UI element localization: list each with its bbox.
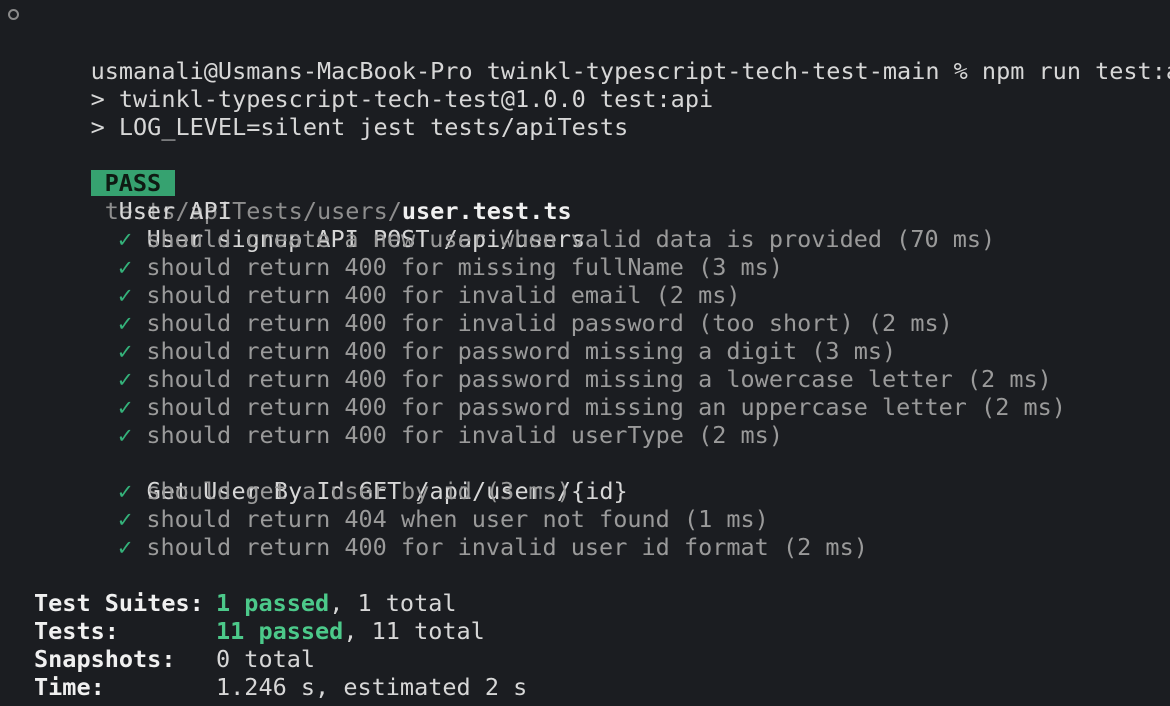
group-title: User signup API POST /api/users (146, 225, 586, 253)
summary-suites: Test Suites: 1 passed, 1 total (34, 589, 457, 617)
check-icon: ✓ (118, 505, 133, 533)
test-case: ✓ should return 400 for invalid password… (118, 309, 953, 337)
check-icon: ✓ (118, 281, 133, 309)
check-icon: ✓ (118, 253, 133, 281)
summary-snapshots: Snapshots: 0 total (34, 645, 316, 673)
check-icon: ✓ (118, 225, 133, 253)
test-case: ✓ should return 400 for password missing… (118, 337, 897, 365)
test-file-result: PASS tests/apiTests/users/user.test.ts (0, 141, 1170, 225)
check-icon: ✓ (118, 533, 133, 561)
check-icon: ✓ (118, 421, 133, 449)
test-case: ✓ should get a user by id (3 ms) (118, 477, 571, 505)
check-icon: ✓ (118, 337, 133, 365)
test-case: ✓ should return 400 for invalid userType… (118, 421, 783, 449)
test-case: ✓ should return 400 for password missing… (118, 393, 1066, 421)
check-icon: ✓ (118, 365, 133, 393)
summary-tests: Tests: 11 passed, 11 total (34, 617, 485, 645)
command-prompt-line: usmanali@Usmans-MacBook-Pro twinkl-types… (0, 1, 1170, 85)
script-line: > LOG_LEVEL=silent jest tests/apiTests (90, 113, 629, 141)
check-icon: ✓ (118, 393, 133, 421)
summary-time: Time: 1.246 s, estimated 2 s (34, 673, 528, 701)
test-case: ✓ should return 404 when user not found … (118, 505, 769, 533)
suite-title: User API (118, 197, 232, 225)
check-icon: ✓ (118, 477, 133, 505)
terminal-window[interactable]: usmanali@Usmans-MacBook-Pro twinkl-types… (0, 0, 1170, 706)
check-icon: ✓ (118, 309, 133, 337)
group-title: Get User By Id GET /api/users/{id} (146, 477, 628, 505)
script-line: > twinkl-typescript-tech-test@1.0.0 test… (90, 85, 714, 113)
test-case: ✓ should return 400 for password missing… (118, 365, 1052, 393)
test-case: ✓ should create a new user when valid da… (118, 225, 996, 253)
prompt-status-icon (8, 9, 19, 20)
test-case: ✓ should return 400 for invalid user id … (118, 533, 868, 561)
test-case: ✓ should return 400 for invalid email (2… (118, 281, 741, 309)
test-case: ✓ should return 400 for missing fullName… (118, 253, 783, 281)
